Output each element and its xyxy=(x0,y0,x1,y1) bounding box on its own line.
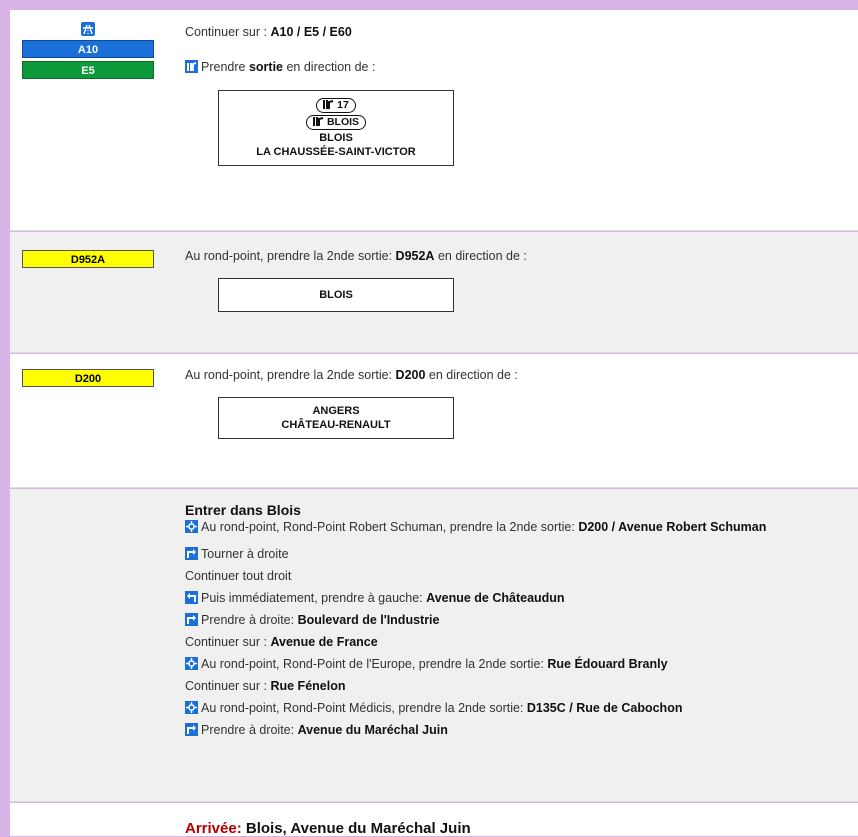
sign-destination: BLOIS xyxy=(319,289,353,301)
turn-right-icon xyxy=(185,613,198,626)
road-badges: A10 E5 xyxy=(22,22,154,82)
arrival-label: Arrivée: xyxy=(185,820,242,837)
roundabout-instruction: Au rond-point, prendre la 2nde sortie: D… xyxy=(185,249,527,263)
arrival-line: Arrivée: Blois, Avenue du Maréchal Juin xyxy=(185,820,858,837)
instruction-line: Au rond-point, Rond-Point Robert Schuman… xyxy=(185,520,858,535)
road-badges: D200 xyxy=(22,369,154,390)
roundabout-icon xyxy=(185,520,198,533)
instruction-line: Continuer tout droit xyxy=(185,569,292,583)
section-title: Entrer dans Blois xyxy=(185,502,301,518)
step-arrival: Arrivée: Blois, Avenue du Maréchal Juin xyxy=(10,803,858,837)
instruction-line: Prendre à droite: Boulevard de l'Industr… xyxy=(185,613,858,628)
turn-right-icon xyxy=(185,547,198,560)
instruction-line: Tourner à droite xyxy=(185,547,858,562)
roundabout-instruction: Au rond-point, prendre la 2nde sortie: D… xyxy=(185,368,518,382)
road-badges: D952A xyxy=(22,250,154,271)
sign-destination: LA CHAUSSÉE-SAINT-VICTOR xyxy=(256,146,416,158)
road-badge-a10: A10 xyxy=(22,40,154,58)
road-badge-d952a: D952A xyxy=(22,250,154,268)
arrival-destination: Blois, Avenue du Maréchal Juin xyxy=(241,820,471,837)
exit-icon xyxy=(185,60,198,73)
turn-right-icon xyxy=(185,723,198,736)
instruction-line: Continuer sur : Rue Fénelon xyxy=(185,679,346,693)
continue-instruction: Continuer sur : A10 / E5 / E60 xyxy=(185,25,352,39)
sign-destination: CHÂTEAU-RENAULT xyxy=(281,419,391,431)
step-motorway: A10 E5 Continuer sur : A10 / E5 / E60 Pr… xyxy=(10,10,858,231)
motorway-icon xyxy=(22,22,154,38)
instruction-line: Continuer sur : Avenue de France xyxy=(185,635,378,649)
direction-sign: BLOIS xyxy=(218,278,454,312)
step-enter-blois: Entrer dans Blois Au rond-point, Rond-Po… xyxy=(10,489,858,802)
instruction-line: Au rond-point, Rond-Point Médicis, prend… xyxy=(185,701,858,716)
step-content: Au rond-point, prendre la 2nde sortie: D… xyxy=(185,249,858,312)
instruction-line: Prendre à droite: Avenue du Maréchal Jui… xyxy=(185,723,858,738)
road-badge-e5: E5 xyxy=(22,61,154,79)
sign-destination: BLOIS xyxy=(319,132,353,144)
step-content: Continuer sur : A10 / E5 / E60 Prendre s… xyxy=(185,25,858,166)
sign-destination: ANGERS xyxy=(312,405,360,417)
step-d952a: D952A Au rond-point, prendre la 2nde sor… xyxy=(10,232,858,353)
step-d200: D200 Au rond-point, prendre la 2nde sort… xyxy=(10,354,858,488)
itinerary-page: A10 E5 Continuer sur : A10 / E5 / E60 Pr… xyxy=(10,10,858,837)
step-content: Entrer dans Blois Au rond-point, Rond-Po… xyxy=(185,502,858,745)
exit-number-box: 17 xyxy=(316,98,356,113)
instruction-line: Puis immédiatement, prendre à gauche: Av… xyxy=(185,591,858,606)
direction-sign: 17 BLOIS BLOIS LA CHAUSSÉE-SAINT-VICTOR xyxy=(218,90,454,166)
step-content: Au rond-point, prendre la 2nde sortie: D… xyxy=(185,368,858,439)
road-badge-d200: D200 xyxy=(22,369,154,387)
instruction-line: Au rond-point, Rond-Point de l'Europe, p… xyxy=(185,657,858,672)
roundabout-icon xyxy=(185,657,198,670)
exit-instruction: Prendre sortie en direction de : xyxy=(185,60,858,75)
turn-left-icon xyxy=(185,591,198,604)
exit-city-box: BLOIS xyxy=(305,115,367,130)
direction-sign: ANGERS CHÂTEAU-RENAULT xyxy=(218,397,454,439)
roundabout-icon xyxy=(185,701,198,714)
